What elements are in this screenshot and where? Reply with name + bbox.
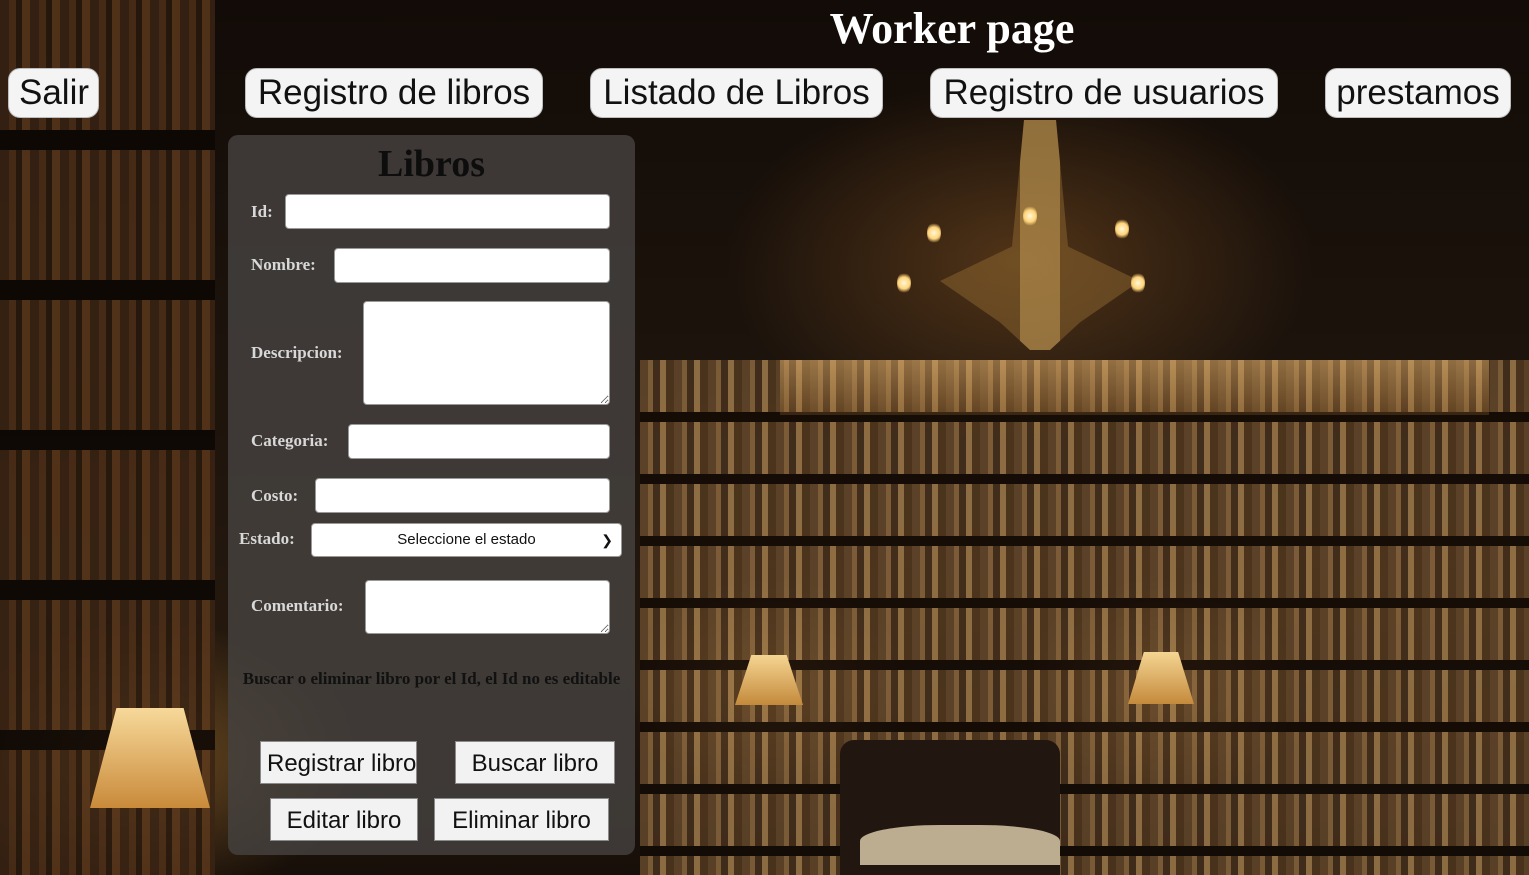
registrar-libro-button[interactable]: Registrar libro [260,741,417,784]
form-title: Libros [377,143,485,185]
nombre-label: Nombre: [251,255,316,274]
candle-light [1023,205,1037,227]
buscar-libro-button[interactable]: Buscar libro [455,741,615,784]
comentario-textarea[interactable] [365,580,610,634]
comentario-label: Comentario: [251,596,344,615]
registro-libros-button[interactable]: Registro de libros [245,68,543,118]
candle-light [1115,218,1129,240]
id-label: Id: [251,202,273,221]
costo-label: Costo: [251,486,299,505]
categoria-input[interactable] [348,424,610,459]
eliminar-libro-button[interactable]: Eliminar libro [434,798,609,841]
page-title: Worker page [829,4,1075,53]
chandelier [940,120,1140,350]
book-form-panel: Libros Id: Nombre: Descripcion: Categori… [228,135,635,855]
candle-light [927,222,941,244]
categoria-label: Categoria: [251,431,329,450]
estado-select[interactable]: Seleccione el estado ❯ [311,523,622,557]
salir-button[interactable]: Salir [8,68,99,118]
upper-shelf-glow [780,360,1489,415]
prestamos-button[interactable]: prestamos [1325,68,1511,118]
estado-selected-value: Seleccione el estado [397,531,536,548]
descripcion-label: Descripcion: [251,343,343,362]
estado-label: Estado: [239,529,295,548]
id-input[interactable] [285,194,610,229]
open-book [860,825,1060,865]
chevron-down-icon: ❯ [601,532,613,548]
registro-usuarios-button[interactable]: Registro de usuarios [930,68,1278,118]
back-bookshelves [640,360,1529,875]
listado-libros-button[interactable]: Listado de Libros [590,68,883,118]
editar-libro-button[interactable]: Editar libro [270,798,418,841]
descripcion-textarea[interactable] [363,301,610,405]
candle-light [897,272,911,294]
search-delete-note: Buscar o eliminar libro por el Id, el Id… [242,669,621,688]
candle-light [1131,272,1145,294]
costo-input[interactable] [315,478,610,513]
nombre-input[interactable] [334,248,610,283]
